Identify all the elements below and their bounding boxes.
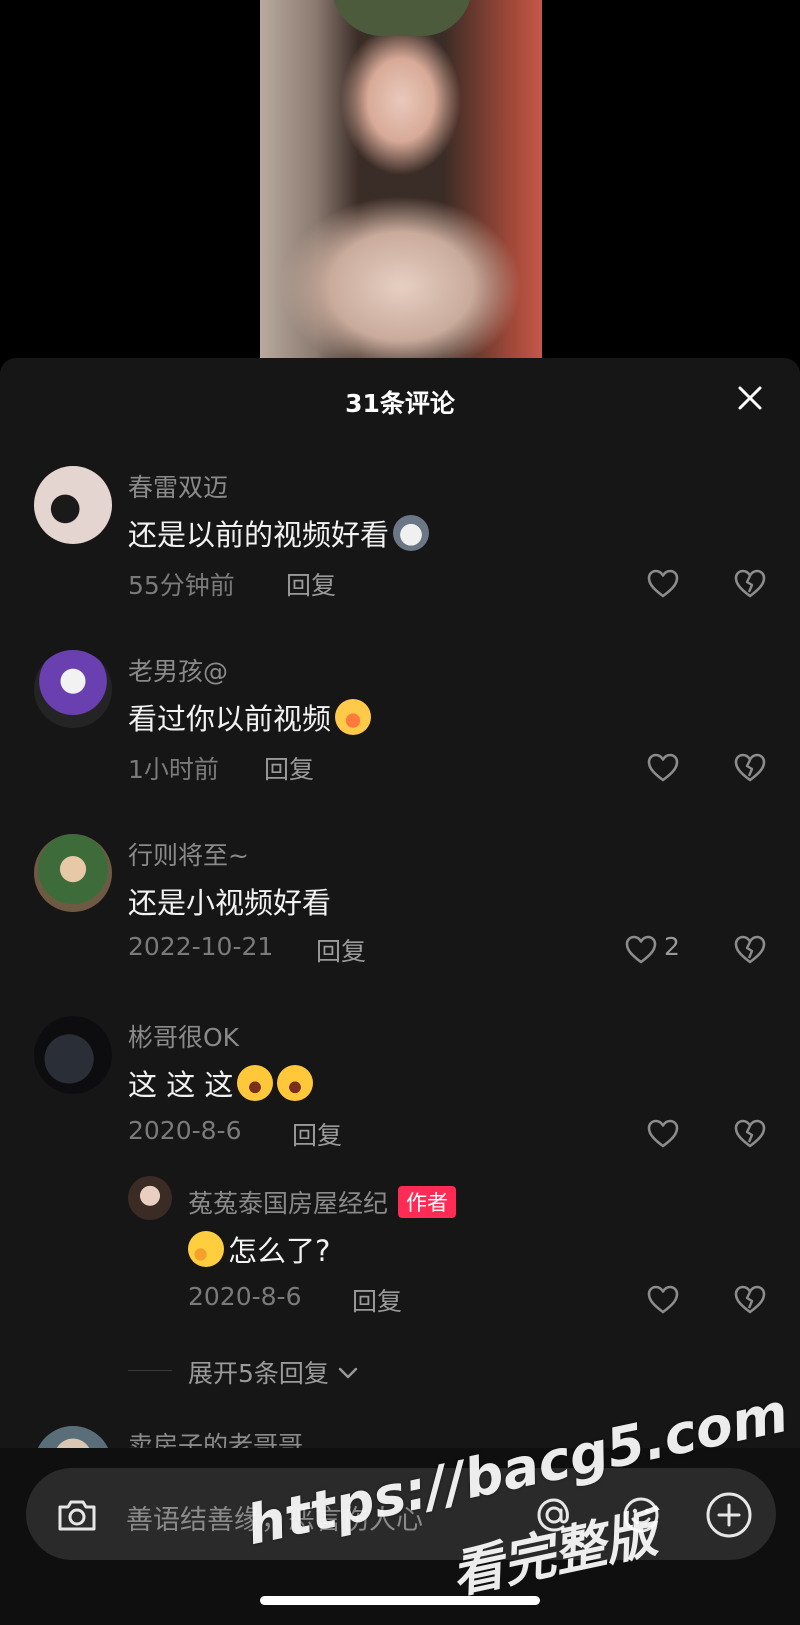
avatar[interactable] [34, 466, 112, 544]
add-icon[interactable] [704, 1490, 754, 1540]
video-preview-area[interactable] [0, 0, 800, 360]
like-button[interactable] [646, 751, 680, 785]
chevron-down-icon [338, 1367, 358, 1379]
heart-icon [625, 935, 657, 964]
broken-heart-icon [734, 935, 766, 964]
comment-time: 2020-8-6 [128, 1116, 242, 1145]
like-button[interactable] [624, 933, 658, 967]
close-icon [738, 386, 762, 410]
like-button[interactable] [646, 567, 680, 601]
comment-time: 2022-10-21 [128, 932, 274, 961]
at-mention-icon[interactable] [531, 1492, 577, 1538]
like-button[interactable] [646, 1117, 680, 1151]
thumbnail-hat-shape [332, 0, 472, 36]
comment-text: 这 这 这 [128, 1062, 314, 1104]
expand-replies-button[interactable]: 展开5条回复 [188, 1354, 359, 1390]
comment-text: 看过你以前视频 [128, 696, 372, 738]
reply-username[interactable]: 菟菟泰国房屋经纪 作者 [188, 1184, 457, 1220]
cat-emoji-icon [393, 515, 430, 551]
hand-over-mouth-emoji-icon [188, 1231, 224, 1267]
reply-button[interactable]: 回复 [264, 750, 314, 786]
avatar[interactable] [34, 834, 112, 912]
comment-time: 1小时前 [128, 755, 219, 784]
comment-text: 还是小视频好看 [128, 886, 332, 920]
comment-username[interactable]: 春雷双迈 [128, 468, 228, 504]
reply-text: 怎么了? [188, 1228, 330, 1270]
reply-button[interactable]: 回复 [286, 566, 336, 602]
expand-divider [128, 1370, 172, 1371]
heart-icon [647, 753, 679, 782]
heart-icon [647, 1285, 679, 1314]
reply-button[interactable]: 回复 [292, 1116, 342, 1152]
dislike-button[interactable] [733, 933, 767, 967]
comment-input[interactable]: 善语结善缘，恶言伤人心 [26, 1468, 776, 1560]
like-count: 2 [664, 932, 680, 961]
broken-heart-icon [734, 753, 766, 782]
broken-heart-icon [734, 1285, 766, 1314]
reply-button[interactable]: 回复 [316, 932, 366, 968]
comment-count-title: 31条评论 [345, 389, 455, 418]
video-thumbnail[interactable] [260, 0, 542, 358]
dislike-button[interactable] [733, 1117, 767, 1151]
heart-icon [647, 1119, 679, 1148]
emoji-picker-icon[interactable] [618, 1492, 664, 1538]
input-placeholder[interactable]: 善语结善缘，恶言伤人心 [126, 1498, 423, 1537]
home-indicator [260, 1596, 540, 1605]
author-badge: 作者 [398, 1186, 457, 1218]
comment-time: 55分钟前 [128, 571, 235, 600]
laughing-emoji-icon [237, 1065, 274, 1101]
heart-icon [647, 569, 679, 598]
like-button[interactable] [646, 1283, 680, 1317]
comment-username[interactable]: 彬哥很OK [128, 1018, 239, 1054]
avatar[interactable] [34, 1016, 112, 1094]
shy-emoji-icon [335, 699, 372, 735]
dislike-button[interactable] [733, 567, 767, 601]
reply-time: 2020-8-6 [188, 1282, 302, 1311]
comment-text: 还是以前的视频好看 [128, 512, 430, 554]
dislike-button[interactable] [733, 1283, 767, 1317]
dislike-button[interactable] [733, 751, 767, 785]
broken-heart-icon [734, 1119, 766, 1148]
laughing-emoji-icon [277, 1065, 314, 1101]
comment-username[interactable]: 行则将至~ [128, 836, 249, 872]
close-button[interactable] [732, 380, 768, 416]
sheet-header: 31条评论 [0, 358, 800, 442]
broken-heart-icon [734, 569, 766, 598]
reply-button[interactable]: 回复 [352, 1282, 402, 1318]
avatar[interactable] [128, 1176, 172, 1220]
comment-username[interactable]: 老男孩@ [128, 652, 228, 688]
comment-input-bar: 善语结善缘，恶言伤人心 [0, 1448, 800, 1625]
camera-icon[interactable] [54, 1492, 100, 1538]
avatar[interactable] [34, 650, 112, 728]
